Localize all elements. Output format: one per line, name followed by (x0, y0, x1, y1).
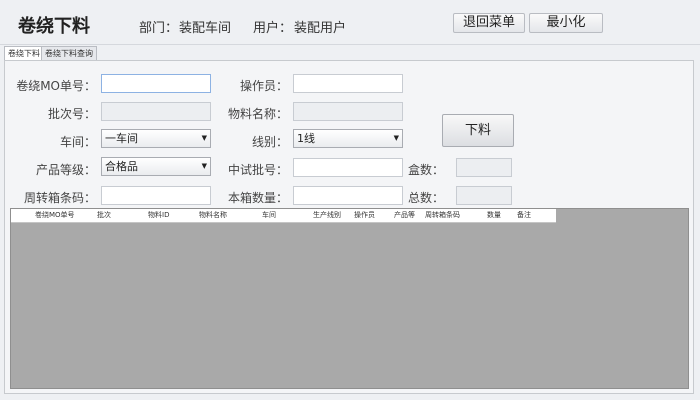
column-header[interactable]: 产品等 (394, 209, 415, 222)
operator-input[interactable] (293, 74, 403, 93)
column-header[interactable]: 卷绕MO单号 (35, 209, 75, 222)
minimize-button[interactable]: 最小化 (529, 13, 603, 33)
total-field (456, 186, 512, 205)
user-value: 装配用户 (294, 21, 347, 36)
user-label: 用户： (253, 21, 293, 36)
column-header[interactable]: 批次 (97, 209, 111, 222)
dept-label: 部门： (139, 21, 179, 36)
header-bar: 卷绕下料 部门： 装配车间 用户： 装配用户 退回菜单 最小化 (0, 0, 700, 45)
material-name-field (293, 102, 403, 121)
workshop-select-value: 一车间 (105, 132, 138, 145)
column-header[interactable]: 操作员 (354, 209, 375, 222)
chevron-down-icon: ▼ (201, 134, 207, 142)
line-label: 线别： (251, 135, 288, 149)
total-label: 总数： (407, 191, 444, 205)
column-header[interactable]: 数量 (487, 209, 501, 222)
batch-number-field (101, 102, 211, 121)
column-header[interactable]: 周转箱条码 (425, 209, 460, 222)
mo-label: 卷绕MO单号： (16, 79, 96, 93)
data-grid[interactable]: 卷绕MO单号 批次 物料ID 物料名称 车间 生产线别 操作员 产品等 周转箱条… (10, 208, 689, 389)
workshop-select[interactable]: 一车间 ▼ (101, 129, 211, 148)
box-quantity-label: 本箱数量： (227, 191, 288, 205)
unload-button[interactable]: 下料 (442, 114, 514, 147)
chevron-down-icon: ▼ (201, 162, 207, 170)
batch-label: 批次号： (47, 107, 96, 121)
chevron-down-icon: ▼ (393, 134, 399, 142)
trial-batch-label: 中试批号： (227, 163, 288, 177)
tab-unload-query[interactable]: 卷绕下料查询 (41, 46, 97, 60)
operator-label: 操作员： (239, 79, 288, 93)
line-select-value: 1线 (297, 132, 315, 145)
column-header[interactable]: 物料名称 (199, 209, 227, 222)
line-select[interactable]: 1线 ▼ (293, 129, 403, 148)
page-title: 卷绕下料 (18, 16, 90, 37)
back-to-menu-button[interactable]: 退回菜单 (453, 13, 525, 33)
grade-select-value: 合格品 (105, 160, 138, 173)
workshop-label: 车间： (59, 135, 96, 149)
grade-label: 产品等级： (35, 163, 96, 177)
box-count-field (456, 158, 512, 177)
column-header[interactable]: 备注 (517, 209, 531, 222)
box-quantity-input[interactable] (293, 186, 403, 205)
column-header[interactable]: 车间 (262, 209, 276, 222)
grade-select[interactable]: 合格品 ▼ (101, 157, 211, 176)
mo-number-input[interactable] (101, 74, 211, 93)
tote-barcode-label: 周转箱条码： (23, 191, 96, 205)
column-header[interactable]: 物料ID (148, 209, 169, 222)
tote-barcode-input[interactable] (101, 186, 211, 205)
dept-value: 装配车间 (179, 21, 232, 36)
material-name-label: 物料名称： (227, 107, 288, 121)
trial-batch-input[interactable] (293, 158, 403, 177)
box-count-label: 盒数： (407, 163, 444, 177)
grid-header: 卷绕MO单号 批次 物料ID 物料名称 车间 生产线别 操作员 产品等 周转箱条… (11, 209, 556, 223)
column-header[interactable]: 生产线别 (313, 209, 341, 222)
tab-unload[interactable]: 卷绕下料 (4, 46, 44, 61)
